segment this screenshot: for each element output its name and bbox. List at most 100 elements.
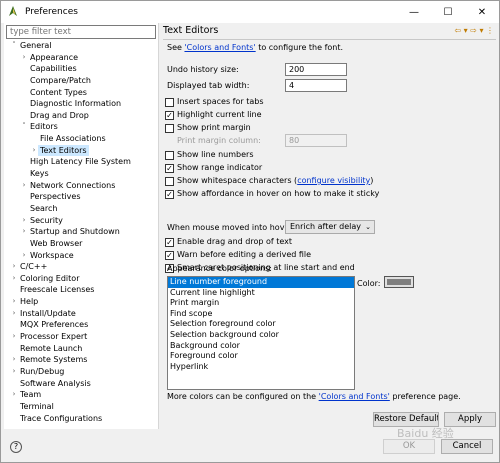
filter-input[interactable] (6, 25, 156, 39)
tree-item[interactable]: Remote Launch (4, 343, 159, 355)
tree-item[interactable]: Trace Configurations (4, 413, 159, 425)
configure-visibility-link[interactable]: configure visibility (297, 176, 370, 185)
drag-drop-checkbox[interactable]: ✓ (165, 238, 174, 247)
color-option[interactable]: Current line highlight (168, 288, 354, 299)
tree-item[interactable]: › C/C++ (4, 261, 159, 273)
tree-item-label: Terminal (20, 401, 54, 411)
print-margin-label: Show print margin (177, 123, 251, 132)
tree-item[interactable]: File Associations (4, 133, 159, 145)
tree-item[interactable]: › Coloring Editor (4, 273, 159, 285)
range-indicator-checkbox[interactable]: ✓ (165, 164, 174, 173)
chevron-right-icon[interactable]: › (20, 226, 28, 238)
chevron-down-icon[interactable]: ˅ (20, 121, 28, 133)
tree-item[interactable]: › Help (4, 296, 159, 308)
checkbox-text: Highlight current line (177, 110, 262, 119)
tree-item[interactable]: › Processor Expert (4, 331, 159, 343)
chevron-right-icon[interactable]: › (10, 354, 18, 366)
tree-item[interactable]: › Network Connections (4, 180, 159, 192)
color-option[interactable]: Hyperlink (168, 362, 354, 373)
tree-item-label: Network Connections (30, 180, 116, 190)
tree-item-label: Freescale Licenses (20, 285, 95, 295)
tree-item-label: Remote Launch (20, 343, 83, 353)
close-button[interactable]: ✕ (465, 1, 499, 23)
chevron-right-icon[interactable]: › (10, 273, 18, 285)
tree-item[interactable]: Diagnostic Information (4, 98, 159, 110)
help-icon[interactable]: ? (10, 441, 22, 453)
chevron-right-icon[interactable]: › (20, 215, 28, 227)
tree-item[interactable]: ˅ General (4, 40, 159, 52)
tree-item[interactable]: Freescale Licenses (4, 284, 159, 296)
color-option[interactable]: Selection foreground color (168, 319, 354, 330)
more-colors-link[interactable]: 'Colors and Fonts' (319, 392, 390, 401)
chevron-right-icon[interactable]: › (10, 331, 18, 343)
color-swatch (387, 279, 411, 285)
line-numbers-checkbox[interactable] (165, 151, 174, 160)
chevron-right-icon[interactable]: › (10, 308, 18, 320)
tree-item[interactable]: › Run/Debug (4, 366, 159, 378)
tree-item[interactable]: › Remote Systems (4, 354, 159, 366)
checkbox-text: Show affordance in hover on how to make … (177, 189, 380, 198)
warn-derived-label: Warn before editing a derived file (177, 250, 311, 259)
tree-item[interactable]: › Startup and Shutdown (4, 226, 159, 238)
chevron-down-icon[interactable]: ˅ (10, 40, 18, 52)
color-picker-button[interactable] (384, 276, 414, 288)
tree-item[interactable]: › Text Editors (4, 144, 159, 157)
tree-item[interactable]: ˅ Editors (4, 121, 159, 133)
tree-item[interactable]: Terminal (4, 401, 159, 413)
ok-button[interactable]: OK (383, 439, 435, 454)
chevron-right-icon[interactable]: › (30, 145, 38, 157)
chevron-right-icon[interactable]: › (20, 52, 28, 64)
tree-item[interactable]: › Install/Update (4, 308, 159, 320)
whitespace-checkbox[interactable] (165, 177, 174, 186)
chevron-right-icon[interactable]: › (20, 250, 28, 262)
tree-item[interactable]: Keys (4, 168, 159, 180)
tree-item[interactable]: › Workspace (4, 250, 159, 262)
tree-item[interactable]: Capabilities (4, 63, 159, 75)
nav-arrows-icon[interactable]: ⇦ ▾ ⇨ ▾ ⋮ (454, 26, 494, 35)
chevron-right-icon[interactable]: › (10, 366, 18, 378)
color-option[interactable]: Foreground color (168, 351, 354, 362)
insert-spaces-checkbox[interactable] (165, 98, 174, 107)
chevron-right-icon[interactable]: › (10, 296, 18, 308)
chevron-right-icon[interactable]: › (10, 261, 18, 273)
chevron-right-icon[interactable]: › (20, 180, 28, 192)
hover-behavior-dropdown[interactable]: Enrich after delay ⌄ (285, 220, 375, 234)
appearance-color-list[interactable]: Line number foreground Current line highl… (167, 276, 355, 390)
tree-item[interactable]: › Security (4, 215, 159, 227)
tree-item[interactable]: Software Analysis (4, 378, 159, 390)
chevron-right-icon[interactable]: › (10, 389, 18, 401)
cancel-button[interactable]: Cancel (441, 439, 493, 454)
tree-item[interactable]: MQX Preferences (4, 319, 159, 331)
tree-item[interactable]: Compare/Patch (4, 75, 159, 87)
tree-item-label: Editors (30, 122, 58, 132)
affordance-checkbox[interactable]: ✓ (165, 190, 174, 199)
color-option[interactable]: Background color (168, 341, 354, 352)
color-option[interactable]: Line number foreground (168, 277, 354, 288)
tree-item[interactable]: Perspectives (4, 191, 159, 203)
tree-item[interactable]: Drag and Drop (4, 110, 159, 122)
tree-item-label: Drag and Drop (30, 110, 89, 120)
tree-item[interactable]: Search (4, 203, 159, 215)
tree-item[interactable]: › Appearance (4, 52, 159, 64)
color-option[interactable]: Find scope (168, 309, 354, 320)
tree-item-label: Text Editors (38, 144, 89, 157)
tree-item-label: Software Analysis (20, 378, 91, 388)
tree-item-label: Compare/Patch (30, 75, 91, 85)
tree-item[interactable]: High Latency File System (4, 156, 159, 168)
insert-spaces-label: Insert spaces for tabs (177, 97, 264, 106)
tree-item[interactable]: Web Browser (4, 238, 159, 250)
minimize-button[interactable]: — (397, 1, 431, 23)
tree-item[interactable]: Content Types (4, 87, 159, 99)
undo-history-field[interactable]: 200 (285, 63, 347, 76)
tree-item-label: Diagnostic Information (30, 99, 122, 109)
highlight-line-checkbox[interactable]: ✓ (165, 111, 174, 120)
colors-fonts-link[interactable]: 'Colors and Fonts' (184, 43, 255, 52)
warn-derived-checkbox[interactable]: ✓ (165, 251, 174, 260)
maximize-button[interactable]: ☐ (431, 1, 465, 23)
color-option[interactable]: Print margin (168, 298, 354, 309)
print-margin-checkbox[interactable] (165, 124, 174, 133)
tree-item[interactable]: › Team (4, 389, 159, 401)
tree-item-label: Security (30, 215, 63, 225)
tab-width-field[interactable]: 4 (285, 79, 347, 92)
color-option[interactable]: Selection background color (168, 330, 354, 341)
